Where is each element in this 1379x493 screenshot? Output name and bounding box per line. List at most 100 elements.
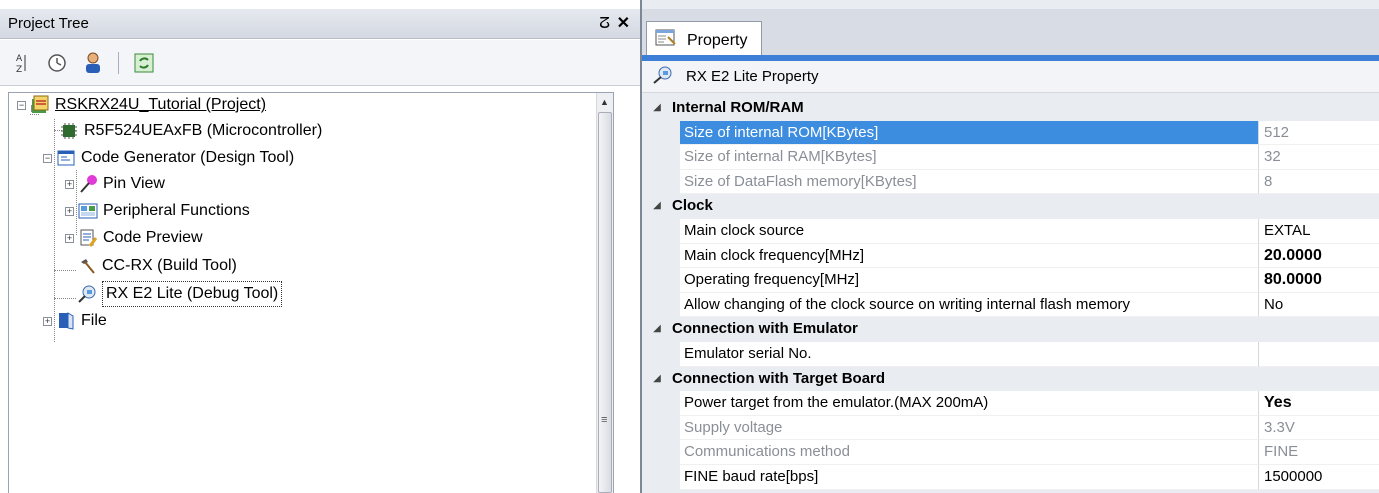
property-row[interactable]: Size of internal RAM[KBytes] 32 bbox=[642, 145, 1379, 170]
tree-connector bbox=[54, 298, 76, 299]
pin-icon[interactable]: ⵒ bbox=[599, 9, 610, 39]
property-row[interactable]: Size of internal ROM[KBytes] 512 bbox=[642, 120, 1379, 146]
debug-tool-icon bbox=[652, 65, 674, 89]
tree-node-label: RSKRX24U_Tutorial (Project) bbox=[55, 96, 267, 113]
code-generator-icon bbox=[56, 148, 76, 168]
property-row[interactable]: Operating frequency[MHz] 80.0000 bbox=[642, 268, 1379, 293]
tree-node-label: Peripheral Functions bbox=[103, 202, 250, 219]
toolbar-separator bbox=[118, 51, 119, 74]
property-value[interactable]: 1500000 bbox=[1259, 464, 1379, 490]
tab-property[interactable]: Property bbox=[646, 21, 762, 59]
property-row[interactable]: Communications method FINE bbox=[642, 440, 1379, 465]
property-row[interactable]: Emulator serial No. bbox=[642, 341, 1379, 367]
expand-icon[interactable]: + bbox=[65, 206, 74, 216]
property-row[interactable]: Main clock source EXTAL bbox=[642, 218, 1379, 244]
property-row[interactable]: Supply voltage 3.3V bbox=[642, 415, 1379, 441]
project-tree-panel: Project Tree ⵒ ✕ AZ − RSKRX24U_Tutorial … bbox=[0, 0, 640, 493]
file-icon bbox=[56, 311, 76, 331]
tree-node-microcontroller[interactable]: R5F524UEAxFB (Microcontroller) bbox=[59, 119, 322, 143]
property-tabstrip: Property bbox=[642, 9, 1379, 59]
category-connection-emulator[interactable]: ◢ Connection with Emulator bbox=[642, 317, 1379, 342]
collapse-triangle-icon[interactable]: ◢ bbox=[642, 194, 672, 219]
chip-icon bbox=[59, 121, 79, 141]
refresh-icon[interactable] bbox=[133, 52, 155, 74]
tree-node-label: File bbox=[81, 312, 107, 329]
property-name: Power target from the emulator.(MAX 200m… bbox=[680, 391, 1259, 416]
property-row[interactable]: Power target from the emulator.(MAX 200m… bbox=[642, 391, 1379, 416]
property-value[interactable]: 80.0000 bbox=[1259, 268, 1379, 293]
property-value[interactable]: 20.0000 bbox=[1259, 243, 1379, 269]
pin-icon bbox=[78, 174, 98, 194]
tree-node-project[interactable]: − RSKRX24U_Tutorial (Project) bbox=[17, 93, 266, 117]
property-name: Allow changing of the clock source on wr… bbox=[680, 292, 1259, 318]
property-name: Size of internal ROM[KBytes] bbox=[680, 120, 1259, 146]
hammer-icon bbox=[77, 256, 97, 276]
tree-node-label: RX E2 Lite (Debug Tool) bbox=[102, 281, 283, 307]
tree-scrollbar[interactable]: ▲ ≡ bbox=[596, 93, 613, 493]
project-tree-title: Project Tree bbox=[8, 15, 89, 32]
property-name: Emulator serial No. bbox=[680, 341, 1259, 367]
clock-icon[interactable] bbox=[46, 52, 68, 74]
property-row[interactable]: Main clock frequency[MHz] 20.0000 bbox=[642, 243, 1379, 269]
property-value[interactable] bbox=[1259, 341, 1379, 367]
category-label: Connection with Target Board bbox=[672, 369, 886, 387]
collapse-triangle-icon[interactable]: ◢ bbox=[642, 96, 672, 121]
property-name: Size of DataFlash memory[KBytes] bbox=[680, 169, 1259, 195]
peripheral-icon bbox=[78, 201, 98, 221]
property-title: RX E2 Lite Property bbox=[686, 68, 819, 85]
property-name: Supply voltage bbox=[680, 415, 1259, 441]
category-clock[interactable]: ◢ Clock bbox=[642, 194, 1379, 219]
property-name: Main clock frequency[MHz] bbox=[680, 243, 1259, 269]
project-tree-view: − RSKRX24U_Tutorial (Project) R5F524UEAx… bbox=[8, 92, 614, 493]
tree-connector bbox=[54, 270, 76, 271]
tree-node-debug-tool[interactable]: RX E2 Lite (Debug Tool) bbox=[77, 281, 283, 307]
property-title-bar: RX E2 Lite Property bbox=[642, 61, 1379, 93]
property-value: 3.3V bbox=[1259, 415, 1379, 441]
property-row[interactable]: Size of DataFlash memory[KBytes] 8 bbox=[642, 169, 1379, 195]
property-icon bbox=[655, 28, 677, 53]
property-value[interactable]: EXTAL bbox=[1259, 218, 1379, 244]
tree-node-code-generator[interactable]: − Code Generator (Design Tool) bbox=[43, 146, 294, 170]
category-internal-rom-ram[interactable]: ◢ Internal ROM/RAM bbox=[642, 96, 1379, 121]
expand-icon[interactable]: + bbox=[65, 179, 74, 189]
scroll-up-icon[interactable]: ▲ bbox=[600, 97, 609, 107]
tree-node-build-tool[interactable]: CC-RX (Build Tool) bbox=[77, 254, 237, 278]
property-value: 8 bbox=[1259, 169, 1379, 195]
category-label: Connection with Emulator bbox=[672, 320, 858, 338]
tree-node-code-preview[interactable]: + Code Preview bbox=[65, 226, 203, 250]
debug-tool-icon bbox=[77, 284, 97, 304]
code-preview-icon bbox=[78, 228, 98, 248]
property-name: Main clock source bbox=[680, 218, 1259, 244]
collapse-triangle-icon[interactable]: ◢ bbox=[642, 367, 672, 392]
tree-node-label: CC-RX (Build Tool) bbox=[102, 257, 237, 274]
tree-node-label: Code Preview bbox=[103, 229, 203, 246]
project-tree-toolbar: AZ bbox=[0, 40, 640, 86]
sort-icon[interactable]: AZ bbox=[10, 52, 32, 74]
tree-node-pin-view[interactable]: + Pin View bbox=[65, 172, 165, 196]
property-panel: Property RX E2 Lite Property ◢ Internal … bbox=[640, 0, 1379, 493]
collapse-icon[interactable]: − bbox=[43, 153, 52, 163]
project-tree-header: Project Tree ⵒ ✕ bbox=[0, 9, 640, 39]
expand-icon[interactable]: + bbox=[65, 233, 74, 243]
property-name: Size of internal RAM[KBytes] bbox=[680, 145, 1259, 170]
property-name: FINE baud rate[bps] bbox=[680, 464, 1259, 490]
user-icon[interactable] bbox=[82, 52, 104, 74]
property-row[interactable]: Allow changing of the clock source on wr… bbox=[642, 292, 1379, 318]
collapse-icon[interactable]: − bbox=[17, 100, 26, 110]
property-row[interactable]: FINE baud rate[bps] 1500000 bbox=[642, 464, 1379, 490]
tree-node-label: Code Generator (Design Tool) bbox=[81, 149, 295, 166]
close-icon[interactable]: ✕ bbox=[617, 9, 630, 39]
expand-icon[interactable]: + bbox=[43, 316, 52, 326]
svg-text:Z: Z bbox=[16, 65, 22, 74]
tree-node-label: R5F524UEAxFB (Microcontroller) bbox=[84, 122, 323, 139]
category-connection-target-board[interactable]: ◢ Connection with Target Board bbox=[642, 366, 1379, 392]
property-value[interactable]: No bbox=[1259, 292, 1379, 318]
property-value[interactable]: Yes bbox=[1259, 391, 1379, 416]
category-label: Clock bbox=[672, 197, 713, 215]
tree-node-file[interactable]: + File bbox=[43, 309, 107, 333]
collapse-triangle-icon[interactable]: ◢ bbox=[642, 317, 672, 342]
tree-node-peripheral-functions[interactable]: + Peripheral Functions bbox=[65, 199, 250, 223]
scroll-thumb[interactable] bbox=[598, 112, 612, 493]
property-value: 32 bbox=[1259, 145, 1379, 170]
property-name: Communications method bbox=[680, 440, 1259, 465]
